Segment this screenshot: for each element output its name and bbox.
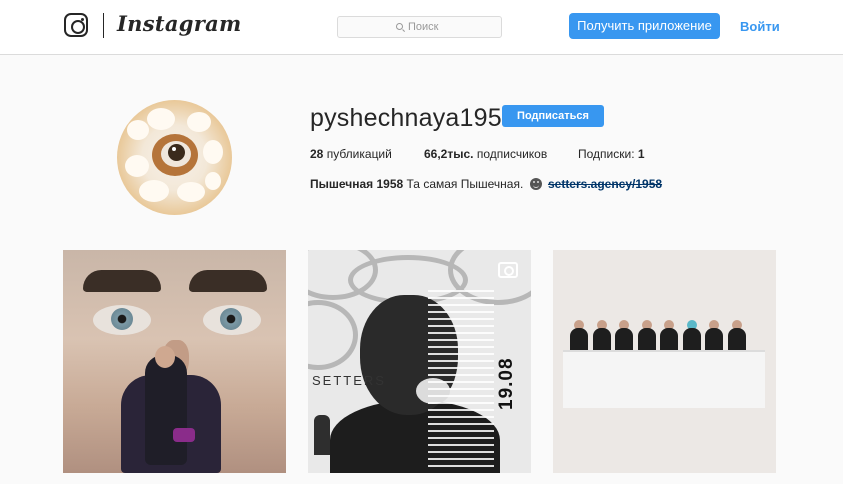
search-icon xyxy=(396,23,403,30)
followers-count: 66,2тыс. xyxy=(424,147,474,161)
smiley-emoji-icon xyxy=(529,178,542,190)
instagram-camera-icon[interactable] xyxy=(64,13,88,37)
following-label: Подписки: xyxy=(578,147,635,161)
login-link[interactable]: Войти xyxy=(740,19,780,34)
post-thumbnail-2[interactable]: SETTERS 19.08 xyxy=(308,250,531,473)
profile-avatar[interactable] xyxy=(117,100,232,215)
follow-button[interactable]: Подписаться xyxy=(502,105,604,127)
seated-man xyxy=(145,355,187,465)
following-count: 1 xyxy=(637,147,645,161)
bio-link[interactable]: setters.agency/1958 xyxy=(548,177,662,191)
logo-divider xyxy=(103,13,104,38)
phone xyxy=(173,428,195,442)
profile-username: pyshechnaya1958 xyxy=(310,104,516,132)
post-date-text: 19.08 xyxy=(496,357,517,410)
profile-bio: Пышечная 1958 Та самая Пышечная. setters… xyxy=(310,177,662,191)
post-thumbnail-3[interactable] xyxy=(553,250,776,473)
instagram-wordmark-logo[interactable]: Instagram xyxy=(117,11,242,36)
followers-stat[interactable]: 66,2тыс. подписчиков xyxy=(424,147,547,161)
search-input[interactable] xyxy=(408,17,498,37)
posts-count: 28 xyxy=(310,147,324,161)
post-thumbnail-1[interactable] xyxy=(63,250,286,473)
following-stat[interactable]: Подписки: 1 xyxy=(578,147,645,161)
top-navigation-bar: Instagram Получить приложение Войти xyxy=(0,0,843,55)
bio-name: Пышечная 1958 xyxy=(310,177,404,191)
bio-text: Та самая Пышечная. xyxy=(406,177,524,191)
posts-count-stat: 28 публикаций xyxy=(310,147,392,161)
camera-icon xyxy=(498,262,518,278)
dinner-table xyxy=(563,350,765,408)
post-brand-text: SETTERS xyxy=(312,373,386,388)
posts-label: публикаций xyxy=(326,147,392,161)
building-logo xyxy=(314,415,330,455)
followers-label: подписчиков xyxy=(476,147,548,161)
get-app-button[interactable]: Получить приложение xyxy=(569,13,720,39)
search-box[interactable] xyxy=(337,16,502,38)
